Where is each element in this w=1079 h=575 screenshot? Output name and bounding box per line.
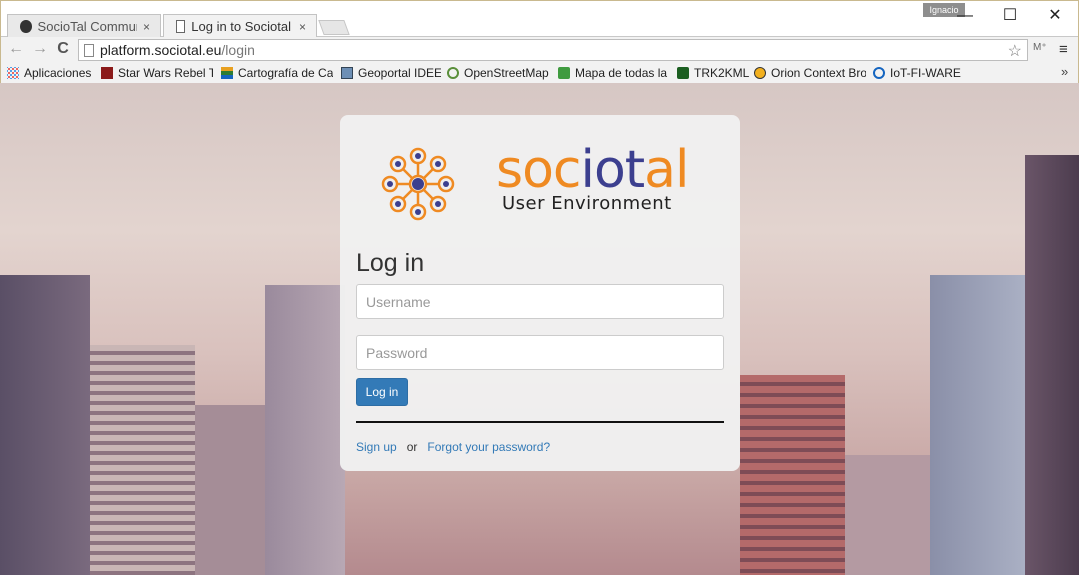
browser-toolbar: ← → C platform.sociotal.eu/login ☆ — [1, 37, 1078, 62]
login-button[interactable]: Log in — [356, 378, 408, 406]
auth-links: Sign up or Forgot your password? — [356, 440, 550, 454]
bookmark-label: OpenStreetMap — [464, 66, 549, 80]
page-title: Log in — [356, 249, 425, 277]
bookmark-mapa-todas[interactable]: Mapa de todas la — [558, 65, 670, 81]
signup-link[interactable]: Sign up — [356, 440, 397, 454]
apps-grid-icon — [7, 67, 19, 79]
logo-wordmark: sociotal — [496, 140, 689, 200]
new-tab-button[interactable] — [318, 20, 350, 35]
magnifier-icon — [447, 67, 459, 79]
back-button[interactable]: ← — [7, 40, 25, 58]
bookmark-cartografia[interactable]: Cartografía de Ca — [221, 65, 333, 81]
minimize-button[interactable]: — — [953, 5, 977, 27]
reload-button[interactable]: C — [54, 40, 72, 58]
close-tab-icon[interactable]: × — [143, 20, 150, 34]
github-icon — [20, 20, 32, 33]
orion-icon — [754, 67, 766, 79]
url-path: /login — [221, 42, 255, 58]
browser-chrome: SocioTal Communitie × Log in to Sociotal… — [0, 0, 1079, 84]
close-tab-icon[interactable]: × — [299, 20, 306, 34]
close-window-button[interactable]: ✕ — [1043, 5, 1067, 27]
extension-icon[interactable]: M⁺ — [1033, 42, 1047, 53]
bookmark-label: Aplicaciones — [24, 66, 92, 80]
bookmark-orion[interactable]: Orion Context Bro — [754, 65, 866, 81]
bookmark-label: Cartografía de Ca — [238, 66, 333, 80]
bookmark-geoportal[interactable]: Geoportal IDEE — [341, 65, 441, 81]
sociotal-logo: sociotal User Environment — [378, 140, 689, 224]
bookmark-label: Orion Context Bro — [771, 66, 866, 80]
starwars-icon — [101, 67, 113, 79]
forgot-password-link[interactable]: Forgot your password? — [427, 440, 550, 454]
tab-title: SocioTal Communitie — [37, 19, 137, 34]
bookmark-trk2kml[interactable]: TRK2KML — [677, 65, 749, 81]
bookmark-star-icon[interactable]: ☆ — [1008, 41, 1022, 61]
bookmark-label: TRK2KML — [694, 66, 749, 80]
document-icon — [176, 20, 186, 33]
bookmark-iot-fiware[interactable]: IoT-FI-WARE — [873, 65, 965, 81]
bookmark-star-wars[interactable]: Star Wars Rebel T — [101, 65, 213, 81]
bookmarks-overflow-icon[interactable]: » — [1061, 64, 1068, 79]
layers-icon — [221, 67, 233, 79]
bookmark-label: Mapa de todas la — [575, 66, 668, 80]
maximize-button[interactable]: ☐ — [998, 5, 1022, 27]
divider — [356, 421, 724, 423]
username-input[interactable] — [356, 284, 724, 319]
logo-subtitle: User Environment — [502, 193, 672, 214]
bookmark-label: Geoportal IDEE — [358, 66, 441, 80]
address-bar[interactable]: platform.sociotal.eu/login ☆ — [78, 39, 1028, 61]
bookmark-label: IoT-FI-WARE — [890, 66, 961, 80]
iot-icon — [873, 67, 885, 79]
url-host: platform.sociotal.eu — [100, 42, 222, 58]
login-card: sociotal User Environment Log in Log in … — [340, 115, 740, 471]
tab-login[interactable]: Log in to Sociotal × — [163, 14, 317, 38]
trk2kml-icon — [677, 67, 689, 79]
browser-menu-icon[interactable]: ≡ — [1059, 41, 1068, 58]
forward-button[interactable]: → — [31, 40, 49, 58]
bookmark-label: Star Wars Rebel T — [118, 66, 213, 80]
page-info-icon[interactable] — [84, 43, 94, 57]
tab-title: Log in to Sociotal — [191, 19, 291, 34]
bookmark-aplicaciones[interactable]: Aplicaciones — [7, 65, 95, 81]
tab-sociotal-community[interactable]: SocioTal Communitie × — [7, 14, 161, 38]
bookmark-openstreetmap[interactable]: OpenStreetMap — [447, 65, 551, 81]
tab-strip: SocioTal Communitie × Log in to Sociotal… — [1, 1, 1078, 38]
password-input[interactable] — [356, 335, 724, 370]
sociotal-network-icon — [381, 147, 455, 221]
or-text: or — [406, 440, 418, 454]
map-green-icon — [558, 67, 570, 79]
bookmarks-bar: Aplicaciones Star Wars Rebel T Cartograf… — [1, 62, 1078, 84]
geoportal-icon — [341, 67, 353, 79]
